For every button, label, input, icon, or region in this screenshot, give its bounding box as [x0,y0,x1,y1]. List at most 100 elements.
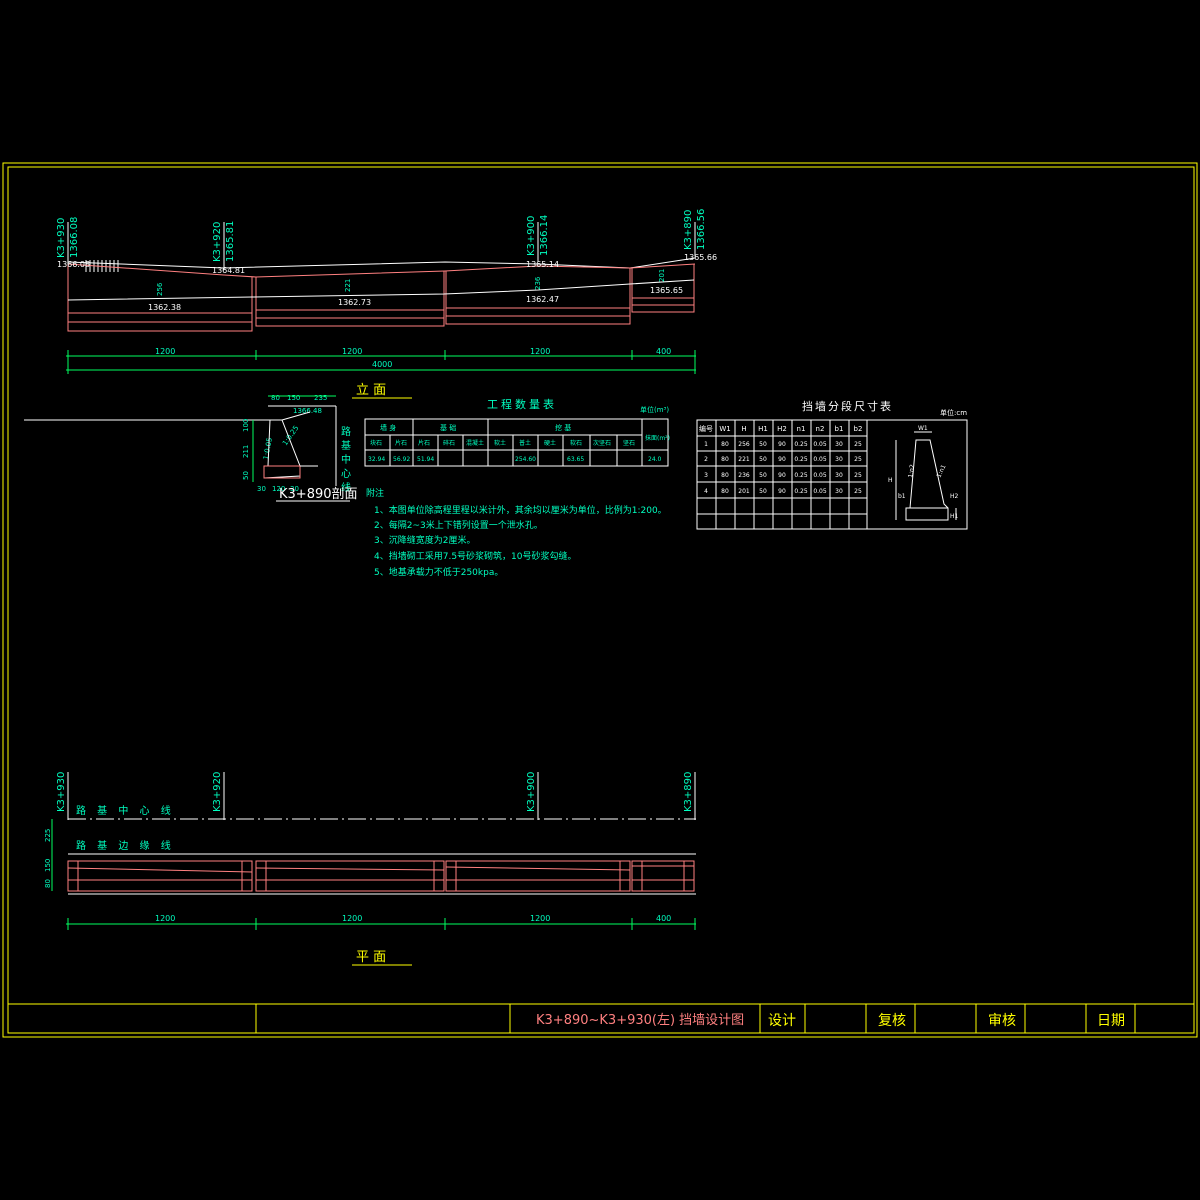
section-top-dim: 235 [314,394,327,402]
road-centerline-label: 路基中心线 [339,425,351,496]
quantity-group-header: 基 础 [440,423,456,432]
quantity-group-header: 挖 基 [555,423,571,432]
size-cell: 4 [704,488,708,495]
size-cell: 3 [704,472,708,479]
plan-title: 平 面 [356,950,386,965]
note-item: 1、本图单位除高程里程以米计外，其余均以厘米为单位，比例为1:200。 [374,504,667,516]
quantity-last-header: 抹面(m²) [645,434,670,442]
spot-elevation: 1364.81 [212,266,245,275]
size-cell: 30 [835,441,843,448]
drawing-title: K3+890~K3+930(左) 挡墙设计图 [536,1013,744,1028]
size-cell: 25 [854,472,862,479]
road-edge-label: 路 基 边 缘 线 [76,839,175,852]
size-cell: 30 [835,456,843,463]
quantity-column-header: 坚石 [623,439,635,447]
size-cell: 0.25 [794,488,808,495]
quantity-value: 51.94 [417,456,434,463]
size-cell: 90 [778,472,786,479]
section-elev: 1366.48 [293,407,322,415]
size-cell: 25 [854,456,862,463]
quantity-column-header: 次坚石 [593,439,611,447]
section-side-dim: 211 [242,445,250,458]
size-cell: 0.25 [794,472,808,479]
spot-elevation: 1362.73 [338,298,371,307]
size-cell: 30 [835,472,843,479]
elevation-dim: 400 [656,347,671,356]
elev-station-elev: 1365.81 [225,221,236,262]
plan-station-label: K3+930 [56,772,67,812]
quantity-value: 63.65 [567,456,584,463]
size-cell: 0.05 [813,472,827,479]
plan-dim: 1200 [342,914,362,923]
note-item: 2、每隔2~3米上下错列设置一个泄水孔。 [374,519,543,531]
spot-elevation: 1362.38 [148,303,181,312]
quantity-value: 32.94 [368,456,385,463]
drawing-sheet: K3+930 1366.08 K3+920 1365.81 K3+900 136… [0,0,1200,1200]
size-cell: 236 [738,472,750,479]
segment-height: 221 [344,279,352,292]
segment-height: 201 [658,269,666,282]
size-cell: 0.25 [794,456,808,463]
quantity-column-header: 普土 [519,439,531,447]
elev-station-elev: 1366.14 [539,215,550,256]
quantity-column-header: 软土 [494,439,506,447]
size-cell: 50 [759,472,767,479]
plan-left-dim: 80 [44,879,52,888]
elevation-total-dim: 4000 [372,360,392,369]
plan-dim: 1200 [530,914,550,923]
size-cell: 0.05 [813,488,827,495]
elev-station-label: K3+900 [526,216,537,256]
segment-height: 256 [156,282,164,296]
elev-station-label: K3+930 [56,218,67,258]
notes-title: 附注 [366,487,384,499]
plan-station-label: K3+920 [212,772,223,812]
section-side-dim: 50 [242,471,250,480]
size-cell: 1 [704,441,708,448]
size-cell: 0.05 [813,441,827,448]
size-header: H [741,425,746,433]
size-cell: 256 [738,441,750,448]
elev-station-elev: 1366.08 [69,217,80,258]
size-table-unit: 单位:cm [940,408,967,417]
quantity-value: 24.0 [648,456,662,463]
note-item: 4、挡墙砌工采用7.5号砂浆砌筑，10号砂浆勾缝。 [374,550,577,562]
quantity-value: 56.92 [393,456,410,463]
size-cell: 80 [721,441,729,448]
quantity-table-unit: 单位(m³) [640,405,669,414]
note-item: 3、沉降缝宽度为2厘米。 [374,534,475,546]
size-header: n1 [797,425,806,433]
plan-station-label: K3+890 [683,772,694,812]
section-top-dim: 80 [271,394,280,402]
elev-station-label: K3+920 [212,222,223,262]
size-cell: 90 [778,488,786,495]
plan-dim: 1200 [155,914,175,923]
review-label: 复核 [878,1012,906,1029]
date-label: 日期 [1097,1013,1125,1029]
elev-station-label: K3+890 [683,210,694,250]
quantity-column-header: 软石 [570,439,582,447]
spot-elevation: 1365.14 [526,260,559,269]
size-cell: 90 [778,441,786,448]
road-centerline-label: 路 基 中 心 线 [76,804,175,817]
quantity-column-header: 片石 [418,439,430,447]
spot-elevation: 1365.66 [684,253,717,262]
quantity-group-header: 墙 身 [380,423,396,432]
section-top-dim: 150 [287,394,300,402]
section-title: K3+890剖面 [279,487,358,502]
size-cell: 50 [759,456,767,463]
plan-left-dim: 225 [44,829,52,842]
size-cell: 90 [778,456,786,463]
quantity-column-header: 块石 [370,439,382,447]
sketch-label: H1 [950,513,959,520]
size-cell: 50 [759,488,767,495]
spot-elevation: 1365.65 [650,286,683,295]
size-cell: 50 [759,441,767,448]
size-cell: 221 [738,456,750,463]
plan-dim: 400 [656,914,671,923]
elevation-title: 立 面 [356,383,386,398]
size-header: H2 [777,425,787,433]
quantity-column-header: 混凝土 [466,439,484,447]
size-cell: 80 [721,456,729,463]
plan-station-label: K3+900 [526,772,537,812]
sketch-label: b1 [898,493,906,500]
